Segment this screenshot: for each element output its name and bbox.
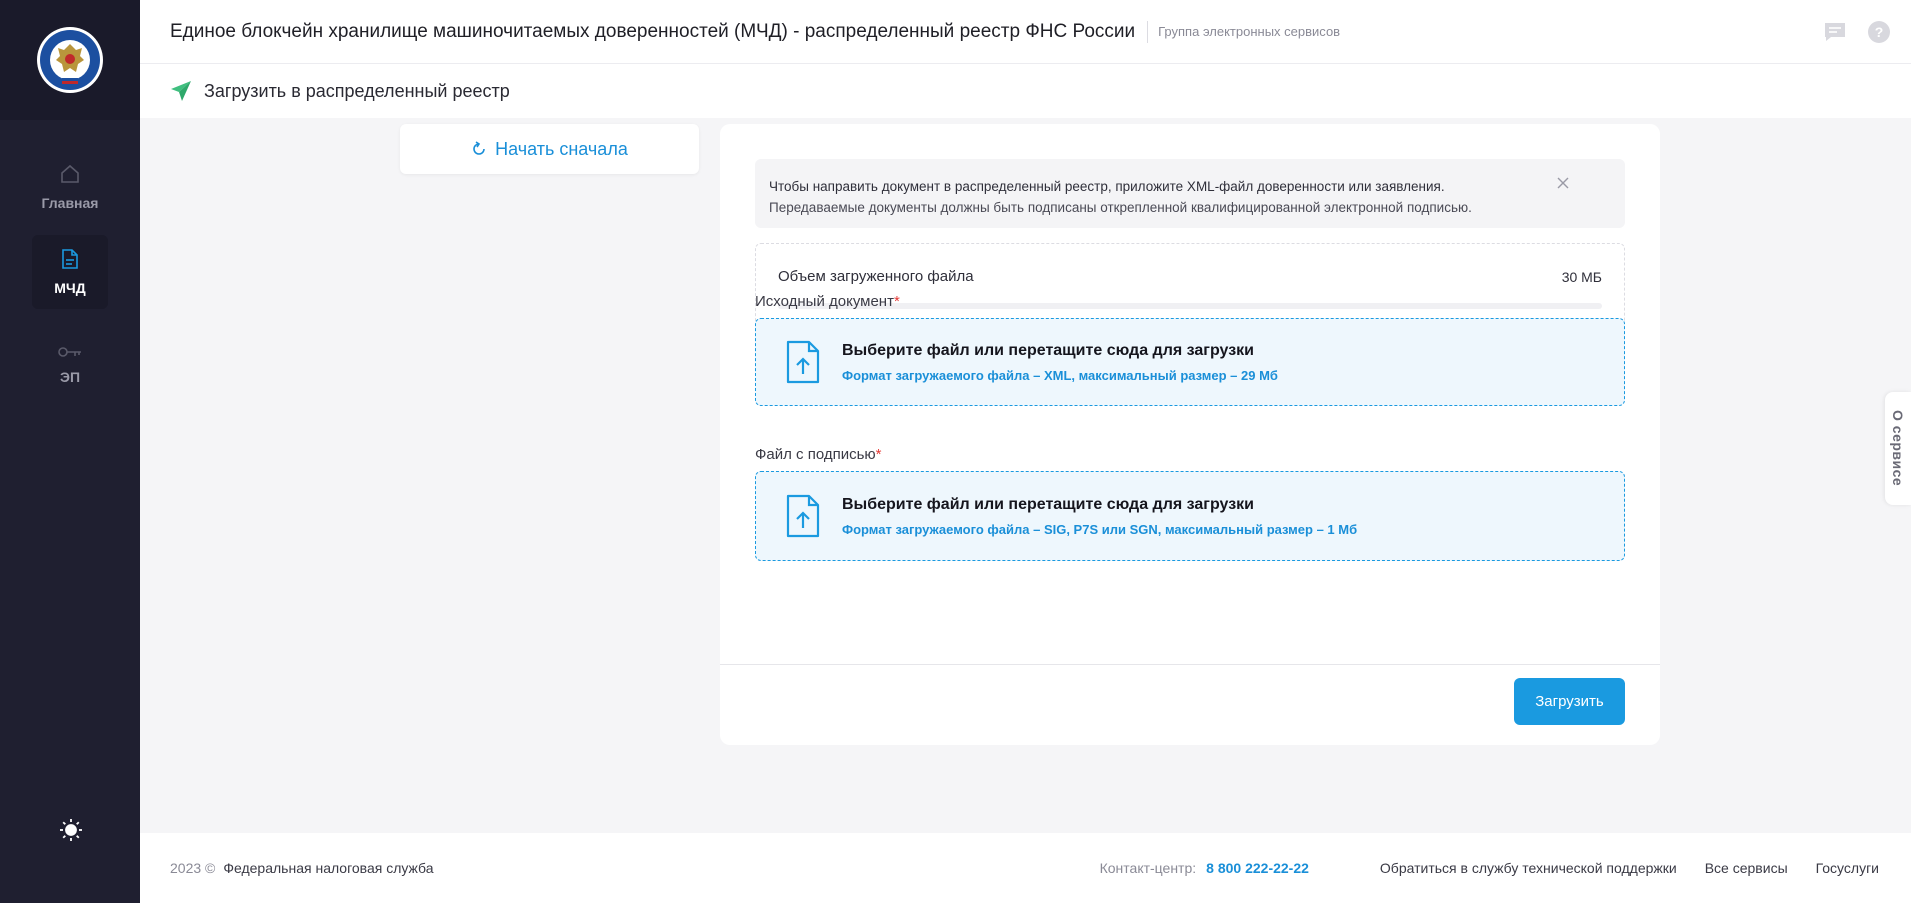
header-icons: ?: [1823, 20, 1891, 44]
dropzone-hint: Формат загружаемого файла – XML, максима…: [842, 367, 1278, 383]
file-upload-icon: [786, 340, 820, 384]
close-icon[interactable]: [1556, 176, 1570, 190]
footer-link-support[interactable]: Обратиться в службу технической поддержк…: [1380, 860, 1677, 876]
signature-file-label: Файл с подписью*: [755, 446, 882, 463]
help-icon[interactable]: ?: [1867, 20, 1891, 44]
file-volume-label: Объем загруженного файла: [778, 268, 974, 285]
file-volume-value: 30 МБ: [1561, 269, 1602, 285]
dropzone-hint: Формат загружаемого файла – SIG, P7S или…: [842, 521, 1358, 537]
sidebar-item-label: МЧД: [54, 280, 86, 296]
about-service-label: О сервисе: [1890, 410, 1906, 487]
upload-form-card: Чтобы направить документ в распределенны…: [720, 124, 1660, 745]
info-notice: Чтобы направить документ в распределенны…: [755, 159, 1625, 228]
fns-emblem-logo[interactable]: [36, 26, 104, 94]
source-doc-label: Исходный документ*: [755, 293, 900, 310]
source-doc-dropzone-text: Выберите файл или перетащите сюда для за…: [842, 342, 1278, 383]
header-subtitle-link[interactable]: Группа электронных сервисов: [1158, 24, 1340, 39]
footer-phone-link[interactable]: 8 800 222-22-22: [1206, 860, 1309, 876]
required-mark: *: [875, 446, 882, 463]
section-title: Загрузить в распределенный реестр: [204, 80, 510, 101]
signature-file-dropzone[interactable]: Выберите файл или перетащите сюда для за…: [755, 471, 1625, 561]
chat-icon[interactable]: [1823, 20, 1847, 44]
key-icon: [58, 347, 81, 357]
home-icon: [61, 164, 79, 183]
footer-link-all-services[interactable]: Все сервисы: [1705, 860, 1788, 876]
sidebar-item-label: Главная: [41, 195, 99, 211]
footer-copyright: 2023 ©: [170, 860, 216, 876]
dropzone-title: Выберите файл или перетащите сюда для за…: [842, 495, 1254, 513]
file-volume-panel: Объем загруженного файла 30 МБ: [755, 243, 1625, 330]
send-icon: [171, 81, 191, 101]
restart-button[interactable]: Начать сначала: [400, 124, 699, 174]
footer-org: Федеральная налоговая служба: [223, 860, 434, 876]
subheader: Загрузить в распределенный реестр: [140, 64, 1911, 118]
footer-right: Контакт-центр: 8 800 222-22-22 Обратитьс…: [1100, 833, 1879, 903]
info-line-1: Чтобы направить документ в распределенны…: [769, 179, 1445, 194]
signature-file-dropzone-text: Выберите файл или перетащите сюда для за…: [842, 496, 1357, 537]
footer-contact-label: Контакт-центр:: [1099, 860, 1197, 876]
info-line-2: Передаваемые документы должны быть подпи…: [769, 200, 1472, 215]
refresh-icon: [473, 141, 485, 155]
header-divider: [1147, 20, 1149, 43]
source-doc-label-text: Исходный документ: [755, 293, 894, 310]
logo-area: [0, 0, 140, 120]
sidebar-item-home[interactable]: Главная: [32, 150, 108, 224]
document-icon: [62, 249, 78, 269]
sun-icon[interactable]: [59, 818, 83, 842]
top-header: Единое блокчейн хранилище машиночитаемых…: [140, 0, 1911, 64]
restart-label: Начать сначала: [495, 138, 628, 159]
upload-button[interactable]: Загрузить: [1514, 678, 1625, 725]
sidebar-item-ep[interactable]: ЭП: [32, 328, 108, 402]
source-doc-dropzone[interactable]: Выберите файл или перетащите сюда для за…: [755, 318, 1625, 406]
dropzone-title: Выберите файл или перетащите сюда для за…: [842, 341, 1254, 359]
sidebar: Главная МЧД ЭП: [0, 0, 140, 903]
sidebar-item-label: ЭП: [59, 369, 81, 385]
svg-text:?: ?: [1875, 24, 1884, 40]
footer: 2023 © Федеральная налоговая служба Конт…: [140, 833, 1911, 903]
page-title: Единое блокчейн хранилище машиночитаемых…: [170, 20, 1136, 42]
footer-link-gosuslugi[interactable]: Госуслуги: [1816, 860, 1879, 876]
about-service-tab[interactable]: О сервисе: [1885, 392, 1911, 505]
required-mark: *: [893, 293, 900, 310]
signature-file-label-text: Файл с подписью: [755, 446, 876, 463]
card-divider: [720, 664, 1660, 665]
file-upload-icon: [786, 494, 820, 538]
sidebar-item-mchd[interactable]: МЧД: [32, 235, 108, 309]
file-volume-progress: [778, 303, 1602, 309]
